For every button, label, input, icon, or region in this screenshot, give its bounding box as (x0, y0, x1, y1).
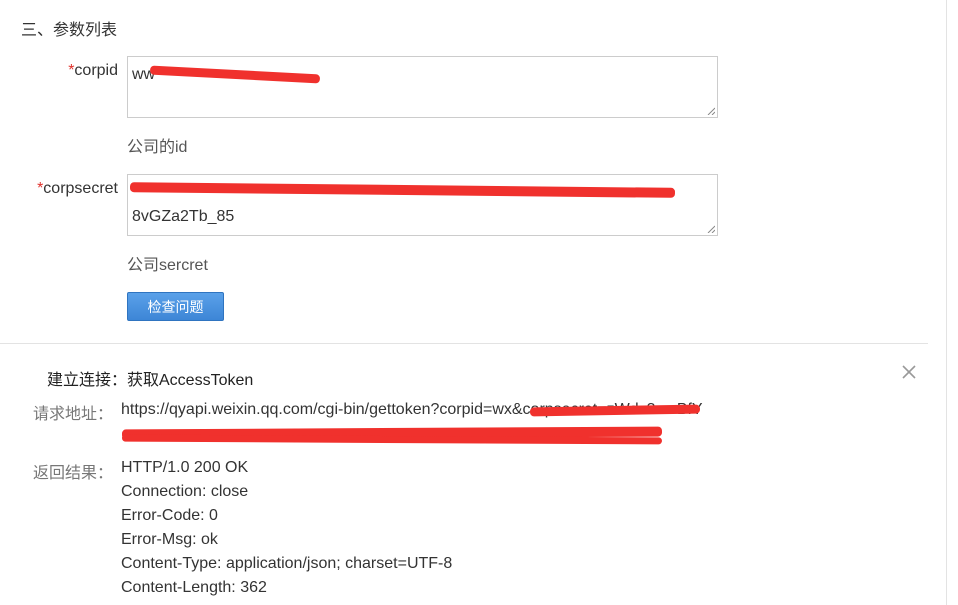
close-icon[interactable] (900, 363, 918, 381)
resize-grip-icon[interactable] (707, 107, 715, 115)
response-line: Content-Type: application/json; charset=… (121, 555, 453, 572)
corpsecret-label-text: corpsecret (43, 180, 118, 197)
corpid-label-text: corpid (74, 62, 118, 79)
corpid-hint: 公司的id (127, 139, 188, 156)
corpid-label: *corpid (58, 62, 118, 80)
response-line: Connection: close (121, 483, 249, 500)
result-title: 建立连接：获取AccessToken (47, 372, 254, 389)
corpid-field[interactable]: ww (127, 56, 718, 118)
response-line: Content-Length: 362 (121, 579, 267, 596)
response-line: HTTP/1.0 200 OK (121, 459, 249, 476)
corpsecret-hint: 公司sercret (127, 257, 208, 274)
response-label: 返回结果： (33, 465, 114, 482)
request-url-label: 请求地址： (33, 406, 114, 423)
check-problem-button[interactable]: 检查问题 (127, 292, 224, 321)
corpsecret-value-line2: 8vGZa2Tb_85 (132, 208, 235, 225)
response-line: Error-Code: 0 (121, 507, 218, 524)
right-border (946, 0, 947, 605)
divider (0, 343, 928, 344)
section-title: 三、参数列表 (21, 22, 118, 39)
resize-grip-icon[interactable] (707, 225, 715, 233)
response-line: Error-Msg: ok (121, 531, 218, 548)
corpsecret-label: *corpsecret (24, 180, 118, 198)
redaction-mark (121, 434, 663, 445)
